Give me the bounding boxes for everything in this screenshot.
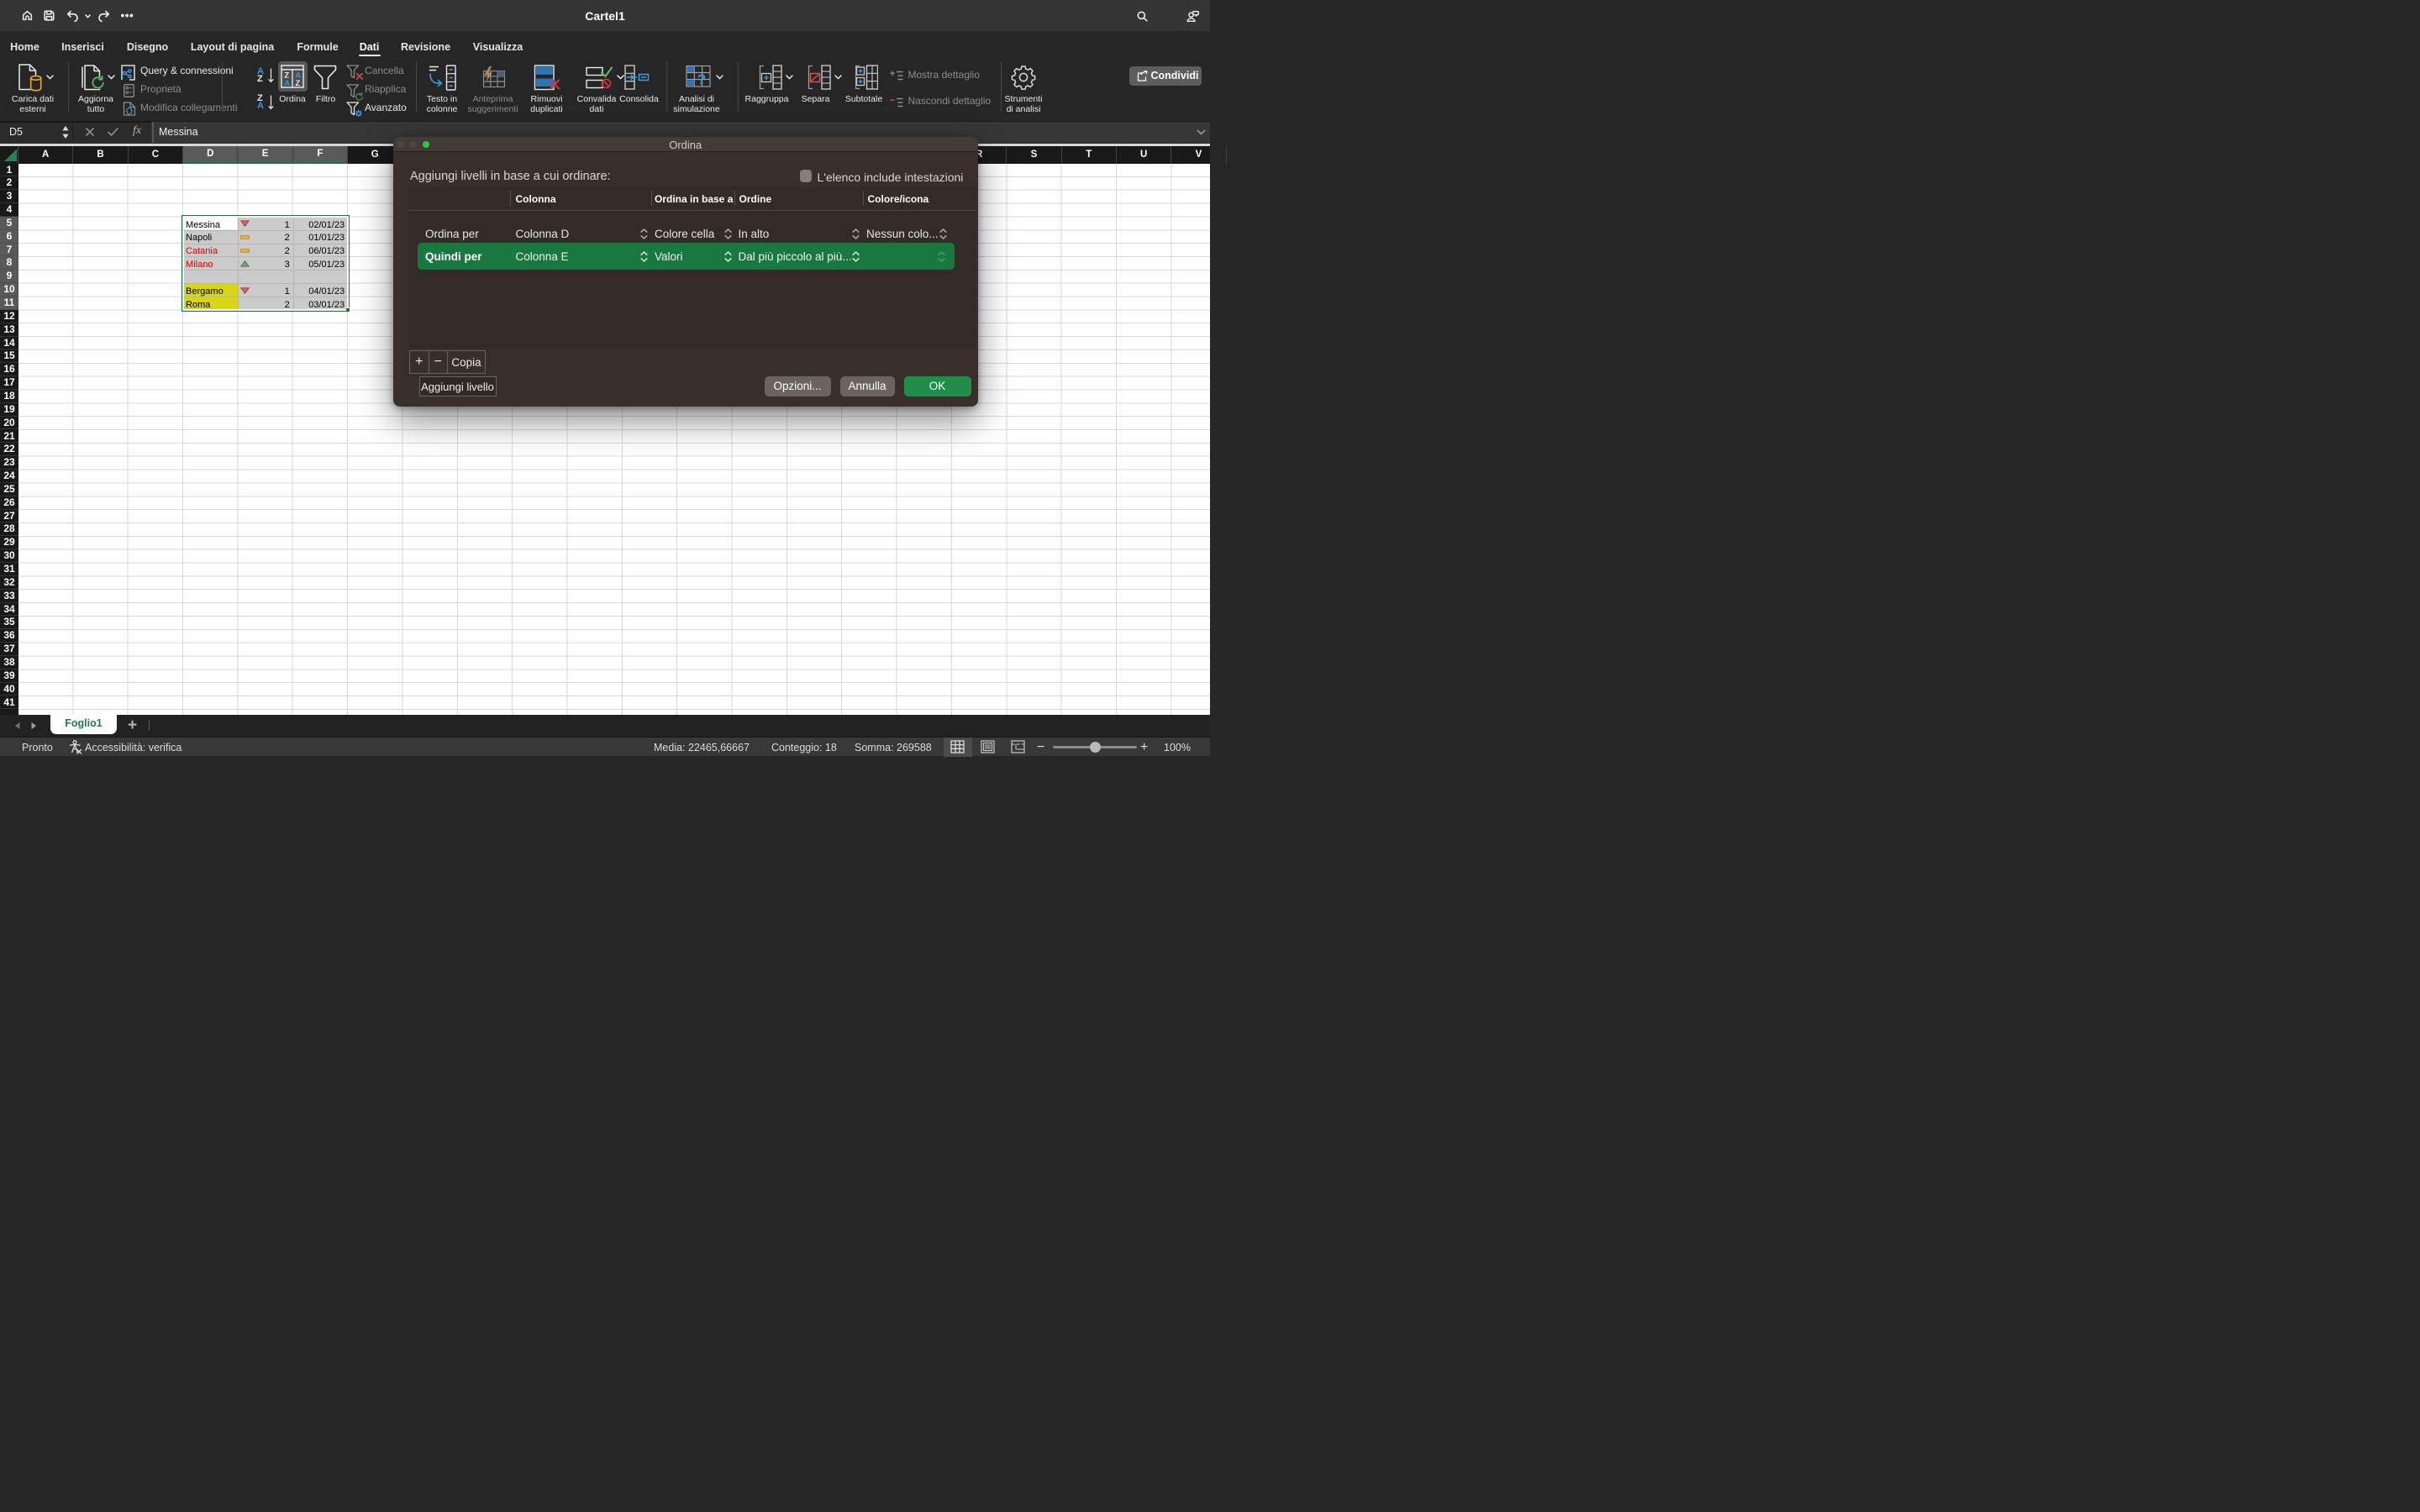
svg-text:A: A [284, 79, 290, 88]
svg-text:?: ? [697, 71, 706, 88]
svg-text:Z: Z [295, 79, 300, 88]
